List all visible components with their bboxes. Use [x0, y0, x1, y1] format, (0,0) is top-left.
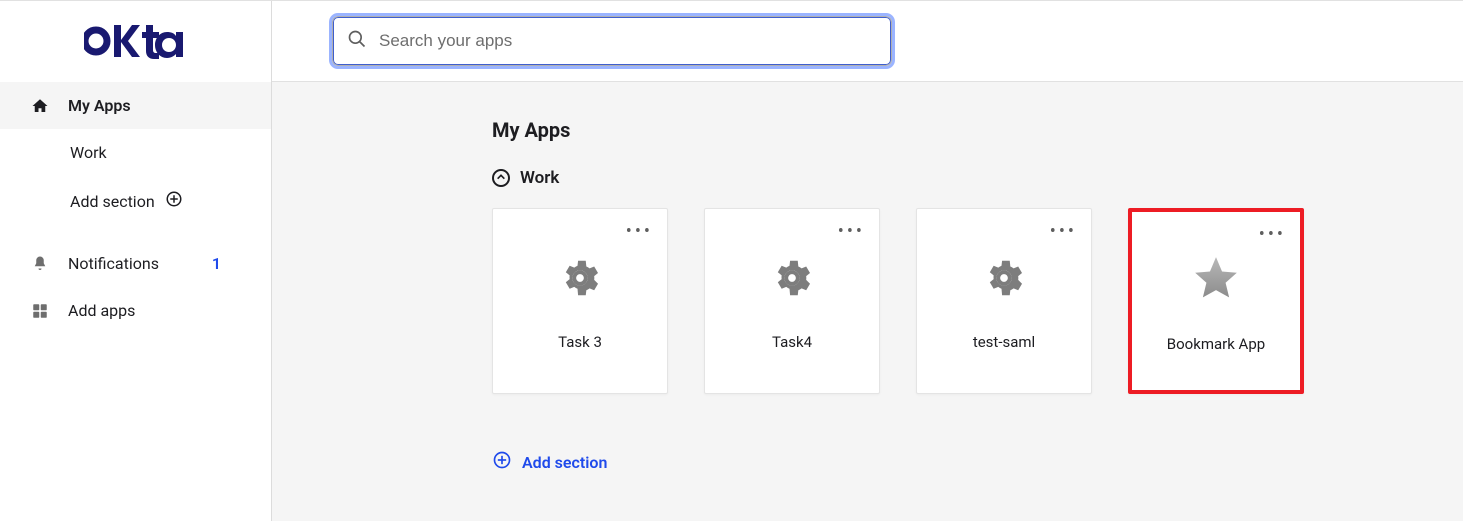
section-title: Work — [520, 168, 559, 188]
sidebar-item-label: Work — [70, 143, 107, 162]
home-icon — [30, 97, 50, 115]
sidebar: My Apps Work Add section Notifications 1 — [0, 1, 272, 521]
logo-wrap — [0, 1, 271, 82]
app-tile[interactable]: ••• Task 3 — [492, 208, 668, 394]
main: My Apps Work ••• Task 3 ••• Task4 ••• test-sa… — [272, 1, 1463, 521]
content: My Apps Work ••• Task 3 ••• Task4 ••• test-sa… — [272, 82, 1463, 474]
sidebar-item-label: Add apps — [68, 301, 135, 320]
sidebar-item-label: Notifications — [68, 254, 159, 273]
app-tile-label: Bookmark App — [1167, 335, 1265, 353]
app-root: My Apps Work Add section Notifications 1 — [0, 0, 1463, 521]
search-input[interactable] — [379, 31, 877, 51]
gear-icon — [769, 255, 815, 305]
gear-icon — [557, 255, 603, 305]
sidebar-item-work[interactable]: Work — [0, 129, 271, 176]
add-section-button[interactable]: Add section — [492, 450, 1403, 474]
more-icon[interactable]: ••• — [838, 223, 865, 241]
page-title: My Apps — [492, 118, 1403, 142]
app-tile-label: Task 3 — [558, 333, 602, 351]
app-tile-label: test-saml — [973, 333, 1035, 351]
sidebar-item-notifications[interactable]: Notifications 1 — [0, 240, 271, 287]
okta-logo — [84, 23, 188, 59]
app-tile[interactable]: ••• Bookmark App — [1128, 208, 1304, 394]
add-section-label: Add section — [522, 453, 607, 472]
app-tiles: ••• Task 3 ••• Task4 ••• test-saml ••• Bookmark… — [492, 208, 1403, 394]
app-tile[interactable]: ••• test-saml — [916, 208, 1092, 394]
sidebar-nav: My Apps Work Add section Notifications 1 — [0, 82, 271, 334]
star-icon — [1191, 253, 1241, 307]
grid-icon — [30, 302, 50, 320]
plus-circle-icon — [165, 190, 183, 212]
more-icon[interactable]: ••• — [626, 223, 653, 241]
more-icon[interactable]: ••• — [1259, 226, 1286, 244]
notifications-badge: 1 — [212, 254, 251, 273]
sidebar-item-my-apps[interactable]: My Apps — [0, 82, 271, 129]
sidebar-item-add-apps[interactable]: Add apps — [0, 287, 271, 334]
search-box[interactable] — [332, 16, 892, 66]
sidebar-add-section[interactable]: Add section — [0, 176, 271, 226]
sidebar-add-section-label: Add section — [70, 192, 155, 211]
gear-icon — [981, 255, 1027, 305]
topbar — [272, 1, 1463, 82]
section-header[interactable]: Work — [492, 168, 1403, 188]
bell-icon — [30, 255, 50, 273]
plus-circle-icon — [492, 450, 512, 474]
app-tile[interactable]: ••• Task4 — [704, 208, 880, 394]
chevron-up-circle-icon — [492, 169, 510, 187]
more-icon[interactable]: ••• — [1050, 223, 1077, 241]
app-tile-label: Task4 — [772, 333, 812, 351]
search-icon — [347, 29, 367, 53]
sidebar-item-label: My Apps — [68, 96, 131, 115]
